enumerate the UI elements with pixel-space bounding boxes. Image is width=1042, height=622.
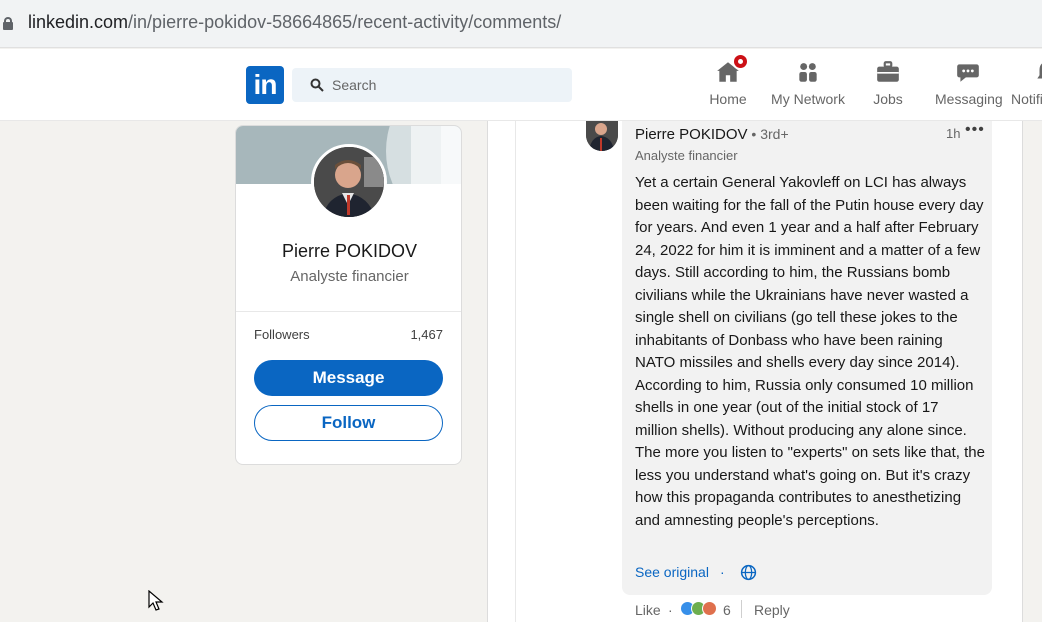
home-icon [715,53,749,85]
nav-home-label: Home [709,91,747,107]
profile-title: Analyste financier [290,268,409,285]
nav-jobs-label: Jobs [873,91,903,107]
messaging-icon [955,59,981,85]
url-host: linkedin.com [28,12,129,32]
nav-my-network[interactable]: My Network [770,59,846,113]
more-options-icon[interactable]: ••• [965,121,985,139]
network-icon [795,59,821,85]
search-box[interactable] [292,68,572,102]
reaction-count[interactable]: 6 [723,602,731,618]
see-original-link[interactable]: See original [635,564,709,580]
thread-line [515,121,516,622]
message-button[interactable]: Message [254,360,443,396]
browser-address-bar[interactable]: linkedin.com/in/pierre-pokidov-58664865/… [0,0,1042,48]
connection-degree: • 3rd+ [747,126,789,142]
divider [741,600,742,618]
lock-icon[interactable] [3,17,13,30]
profile-avatar[interactable] [311,144,387,220]
nav-my-network-label: My Network [771,91,845,107]
profile-card: Pierre POKIDOV Analyste financier Follow… [235,125,462,465]
divider [236,311,461,312]
followers-count: 1,467 [410,327,443,342]
comment-time: 1h [946,126,961,141]
nav-notifications[interactable]: Notifi [1011,59,1042,113]
separator-dot: · [720,564,725,580]
nav-home[interactable]: Home [706,53,750,113]
comment-author[interactable]: Pierre POKIDOV [635,126,748,143]
comment-author-line: Pierre POKIDOV • 3rd+ [635,126,789,143]
linkedin-logo[interactable]: in [246,66,284,104]
nav-messaging[interactable]: Messaging [935,59,1003,113]
url-text[interactable]: linkedin.com/in/pierre-pokidov-58664865/… [28,12,561,33]
separator-dot: · [668,602,673,618]
nav-jobs[interactable]: Jobs [871,59,905,113]
bell-icon [1033,59,1042,85]
nav-messaging-label: Messaging [935,91,1003,107]
globe-icon[interactable] [740,564,757,581]
like-button[interactable]: Like [635,602,661,618]
top-nav: in Home My Network Jobs Messaging [0,49,1042,121]
search-icon [310,78,324,92]
mouse-cursor-icon [148,590,164,611]
comment-text: Yet a certain General Yakovleff on LCI h… [635,174,985,529]
love-reaction-icon [702,601,717,616]
reactions-icons[interactable] [680,601,718,617]
reply-button[interactable]: Reply [754,602,790,618]
comment-author-title: Analyste financier [635,148,738,163]
notification-badge [732,53,749,70]
followers-label: Followers [254,327,310,342]
url-path: /in/pierre-pokidov-58664865/recent-activ… [128,12,562,32]
follow-button[interactable]: Follow [254,405,443,441]
comment-bubble: Pierre POKIDOV • 3rd+ Analyste financier… [622,121,992,595]
briefcase-icon [875,59,901,85]
nav-notifications-label: Notifi [1011,91,1042,107]
search-input[interactable] [332,68,562,102]
profile-name[interactable]: Pierre POKIDOV [236,241,461,262]
